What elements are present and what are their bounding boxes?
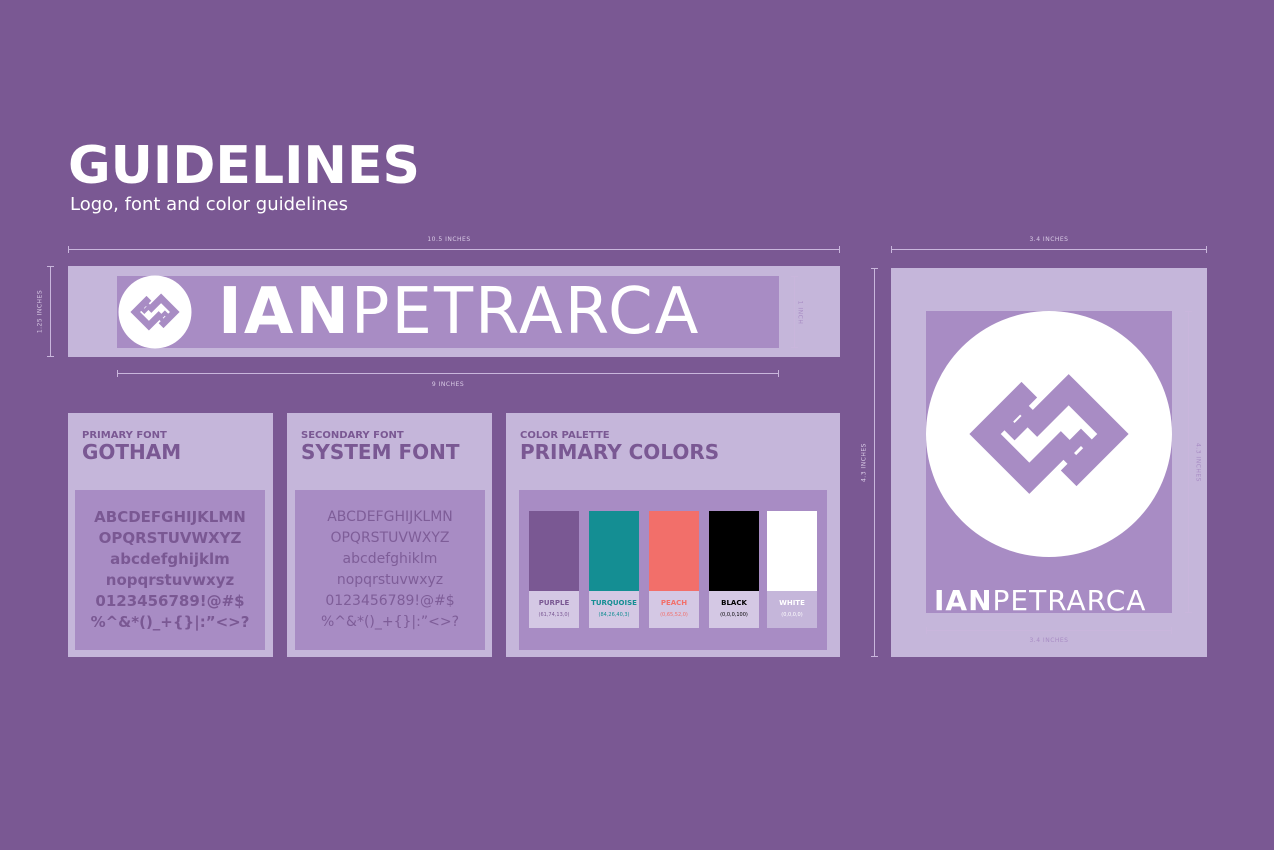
glyph-line: OPQRSTUVWXYZ: [98, 529, 242, 547]
page-subtitle: Logo, font and color guidelines: [70, 194, 348, 215]
square-inner-width-line: [926, 630, 1172, 631]
logo-width-tick-right: [778, 370, 779, 377]
square-width-label: 3.4 INCHES: [1029, 236, 1069, 243]
swatch-info: BLACK (0,0,0,100): [709, 591, 759, 628]
swatch-code: (0,0,0,100): [720, 612, 748, 618]
glyph-line: nopqrstuvwxyz: [336, 572, 444, 588]
logo-word-bold: IAN: [218, 275, 351, 349]
glyph-line: 0123456789!@#$: [95, 592, 245, 610]
logo-height-tick-bottom: [791, 347, 798, 348]
square-logo-word-light: PETRARCA: [992, 584, 1147, 617]
square-inner-height-line: [1188, 311, 1189, 613]
logo-height-line: [794, 276, 795, 348]
swatch-color-block: [589, 511, 639, 591]
color-swatch-purple: PURPLE (61,74,13,0): [529, 511, 579, 628]
square-logo-wordmark: IANPETRARCA: [934, 584, 1146, 618]
logo-width-tick-left: [117, 370, 118, 377]
square-width-line: [891, 249, 1207, 250]
logo-height-label: 1 INCH: [796, 300, 804, 325]
color-swatch-white: WHITE (0,0,0,0): [767, 511, 817, 628]
color-swatch-peach: PEACH (0,65,52,0): [649, 511, 699, 628]
color-swatch-black: BLACK (0,0,0,100): [709, 511, 759, 628]
color-swatch-turquoise: TURQUOISE (84,26,40,3): [589, 511, 639, 628]
glyph-line: OPQRSTUVWXYZ: [330, 530, 450, 546]
square-width-tick-right: [1206, 246, 1207, 253]
swatch-code: (0,0,0,0): [781, 612, 803, 618]
swatch-name: PURPLE: [538, 599, 570, 607]
swatch-info: TURQUOISE (84,26,40,3): [589, 591, 639, 628]
glyph-line: nopqrstuvwxyz: [105, 571, 235, 589]
square-inner-height-tick-top: [1185, 311, 1192, 312]
glyph-line: ABCDEFGHIJKLMN: [327, 509, 453, 525]
swatch-code: (61,74,13,0): [538, 612, 570, 618]
swatch-name: WHITE: [779, 599, 805, 607]
swatch-info: PURPLE (61,74,13,0): [529, 591, 579, 628]
glyph-line: ABCDEFGHIJKLMN: [94, 508, 246, 526]
swatch-name: TURQUOISE: [591, 599, 637, 607]
banner-width-label: 10.5 INCHES: [427, 236, 471, 243]
secondary-font-name: SYSTEM FONT: [301, 440, 460, 464]
logo-height-tick-top: [791, 276, 798, 277]
swatch-code: (84,26,40,3): [598, 612, 630, 618]
square-inner-width-label: 3.4 INCHES: [1029, 637, 1069, 644]
swatch-color-block: [709, 511, 759, 591]
swatch-code: (0,65,52,0): [660, 612, 688, 618]
swatch-name: PEACH: [660, 599, 688, 607]
swatch-info: PEACH (0,65,52,0): [649, 591, 699, 628]
square-inner-width-tick-left: [926, 627, 927, 634]
square-height-line: [874, 268, 875, 657]
square-inner-height-tick-bottom: [1185, 612, 1192, 613]
square-height-tick-bottom: [871, 656, 878, 657]
logo-wordmark: IANPETRARCA: [218, 275, 700, 349]
banner-width-tick-right: [839, 246, 840, 253]
banner-height-line: [50, 266, 51, 357]
banner-width-line: [68, 249, 840, 250]
primary-font-samples: ABCDEFGHIJKLMN OPQRSTUVWXYZ abcdefghijkl…: [75, 507, 265, 633]
logo-word-light: PETRARCA: [350, 275, 701, 349]
glyph-line: %^&*()_+{}|:”<>?: [321, 614, 459, 630]
logo-width-line: [117, 373, 779, 374]
banner-height-tick-bottom: [47, 356, 54, 357]
square-inner-height-label: 4.3 INCHES: [1194, 442, 1202, 482]
swatch-color-block: [767, 511, 817, 591]
square-inner-width-tick-right: [1171, 627, 1172, 634]
logo-circle-icon: [118, 275, 192, 349]
banner-height-label: 1.25 INCHES: [36, 289, 44, 334]
banner-width-tick-left: [68, 246, 69, 253]
primary-font-name: GOTHAM: [82, 440, 182, 464]
glyph-line: abcdefghijklm: [110, 550, 230, 568]
square-height-tick-top: [871, 268, 878, 269]
swatch-color-block: [529, 511, 579, 591]
glyph-line: %^&*()_+{}|:”<>?: [90, 613, 250, 631]
swatch-name: BLACK: [721, 599, 747, 607]
logo-width-label: 9 INCHES: [431, 381, 465, 388]
glyph-line: 0123456789!@#$: [325, 593, 455, 609]
square-width-tick-left: [891, 246, 892, 253]
page-title: GUIDELINES: [68, 136, 420, 196]
glyph-line: abcdefghiklm: [342, 551, 438, 567]
banner-height-tick-top: [47, 266, 54, 267]
square-height-label: 4.3 INCHES: [860, 443, 868, 483]
secondary-font-samples: ABCDEFGHIJKLMN OPQRSTUVWXYZ abcdefghiklm…: [295, 507, 485, 633]
color-palette-name: PRIMARY COLORS: [520, 440, 720, 464]
square-logo-word-bold: IAN: [934, 584, 993, 617]
square-logo-circle-icon: [926, 311, 1172, 557]
swatch-info: WHITE (0,0,0,0): [767, 591, 817, 628]
swatch-color-block: [649, 511, 699, 591]
